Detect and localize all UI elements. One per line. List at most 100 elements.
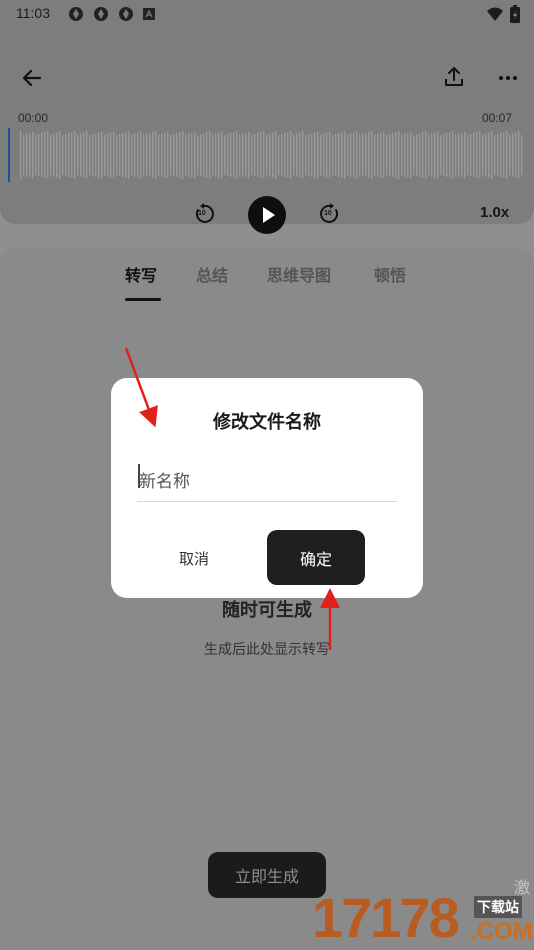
waveform-bar — [125, 132, 127, 178]
file-name-input[interactable] — [137, 462, 397, 502]
waveform-bar — [254, 134, 256, 176]
tab-insight[interactable]: 顿悟 — [374, 262, 406, 286]
tab-mindmap[interactable]: 思维导图 — [267, 262, 331, 286]
cancel-button[interactable]: 取消 — [179, 548, 209, 569]
waveform-bar — [380, 132, 382, 178]
back-arrow-icon[interactable] — [20, 66, 44, 90]
waveform-bar — [176, 133, 178, 177]
player-card: 00:00 00:07 10 10 1.0x — [0, 28, 534, 234]
empty-state-subtitle: 生成后此处显示转写 — [204, 642, 330, 658]
waveform-bar — [308, 134, 310, 176]
waveform-bar — [95, 133, 97, 177]
waveform-bar — [413, 135, 415, 175]
waveform-bar — [374, 134, 376, 176]
waveform-bar — [386, 135, 388, 175]
generate-now-button[interactable]: 立即生成 — [208, 852, 326, 898]
waveform-bar — [506, 131, 508, 179]
waveform-bar — [65, 134, 67, 176]
waveform-bar — [410, 131, 412, 179]
watermark-download-label: 下载站 — [474, 896, 522, 918]
waveform-bar — [476, 132, 478, 178]
waveform-bar — [161, 133, 163, 177]
battery-icon — [510, 5, 520, 23]
waveform-bar — [245, 132, 247, 178]
tab-bar: 转写 总结 思维导图 顿悟 — [0, 262, 534, 302]
playback-speed-button[interactable]: 1.0x — [480, 204, 509, 221]
waveform-bar — [38, 134, 40, 176]
waveform-bar — [482, 134, 484, 176]
share-upload-icon[interactable] — [442, 65, 466, 89]
tab-summary[interactable]: 总结 — [196, 262, 228, 286]
waveform-bar — [113, 131, 115, 179]
waveform-bar — [518, 131, 520, 179]
waveform-bar — [497, 134, 499, 176]
play-button[interactable] — [248, 196, 286, 234]
waveform-bar — [395, 132, 397, 178]
waveform-bar — [464, 131, 466, 179]
waveform-bar — [398, 131, 400, 179]
empty-state-title: 随时可生成 — [222, 600, 312, 621]
waveform-bar — [215, 133, 217, 177]
waveform-bar — [80, 133, 82, 177]
waveform-bar — [338, 133, 340, 177]
waveform-bar — [173, 134, 175, 176]
waveform-bar — [302, 131, 304, 179]
app-notification-icon — [94, 7, 108, 21]
tab-transcript[interactable]: 转写 — [125, 262, 157, 286]
status-bar: 11:03 — [0, 0, 534, 28]
play-icon — [263, 207, 275, 223]
more-options-icon[interactable] — [496, 66, 520, 90]
waveform-bar — [89, 135, 91, 175]
waveform-bar — [389, 134, 391, 176]
waveform-bar — [101, 131, 103, 179]
waveform-bar — [86, 131, 88, 179]
waveform-bar — [185, 134, 187, 176]
waveform-bar — [98, 132, 100, 178]
waveform-bar — [341, 132, 343, 178]
waveform-bar — [329, 131, 331, 179]
playback-end-time: 00:07 — [482, 111, 513, 125]
waveform-bar — [68, 133, 70, 177]
audio-waveform-scrubber[interactable] — [8, 128, 524, 182]
waveform-bar — [416, 134, 418, 176]
waveform-bar — [59, 131, 61, 179]
waveform-bar — [104, 134, 106, 176]
waveform-bar — [275, 131, 277, 179]
waveform-bar — [53, 133, 55, 177]
waveform-bar — [191, 132, 193, 178]
waveform-bar — [29, 132, 31, 178]
waveform-bar — [368, 132, 370, 178]
waveform-bar — [461, 132, 463, 178]
playhead-marker — [8, 128, 10, 182]
waveform-bar — [128, 131, 130, 179]
waveform-bar — [350, 133, 352, 177]
confirm-button[interactable]: 确定 — [267, 530, 365, 585]
watermark-logo-number: 17178 — [312, 886, 460, 949]
waveform-bar — [239, 134, 241, 176]
waveform-bar — [266, 134, 268, 176]
waveform-bar — [287, 132, 289, 178]
waveform-bar — [479, 131, 481, 179]
waveform-bar — [281, 134, 283, 176]
waveform-bar — [200, 134, 202, 176]
waveform-bar — [404, 133, 406, 177]
watermark-domain: .COM — [470, 918, 533, 945]
waveform-bar — [233, 132, 235, 178]
forward-10-button[interactable]: 10 — [318, 202, 342, 226]
waveform-bar — [260, 132, 262, 178]
waveform-bar — [365, 133, 367, 177]
waveform-bar — [134, 133, 136, 177]
waveform-bar — [257, 133, 259, 177]
rewind-10-button[interactable]: 10 — [192, 202, 216, 226]
waveform-bar — [335, 134, 337, 176]
waveform-bar — [353, 132, 355, 178]
waveform-bar — [503, 132, 505, 178]
watermark-side-char: 激 — [514, 878, 531, 897]
waveform-bar — [209, 131, 211, 179]
waveform-bar — [377, 133, 379, 177]
waveform-bar — [500, 133, 502, 177]
waveform-bar — [488, 132, 490, 178]
waveform-bar — [317, 131, 319, 179]
waveform-bar — [143, 135, 145, 175]
waveform-bar — [146, 134, 148, 176]
